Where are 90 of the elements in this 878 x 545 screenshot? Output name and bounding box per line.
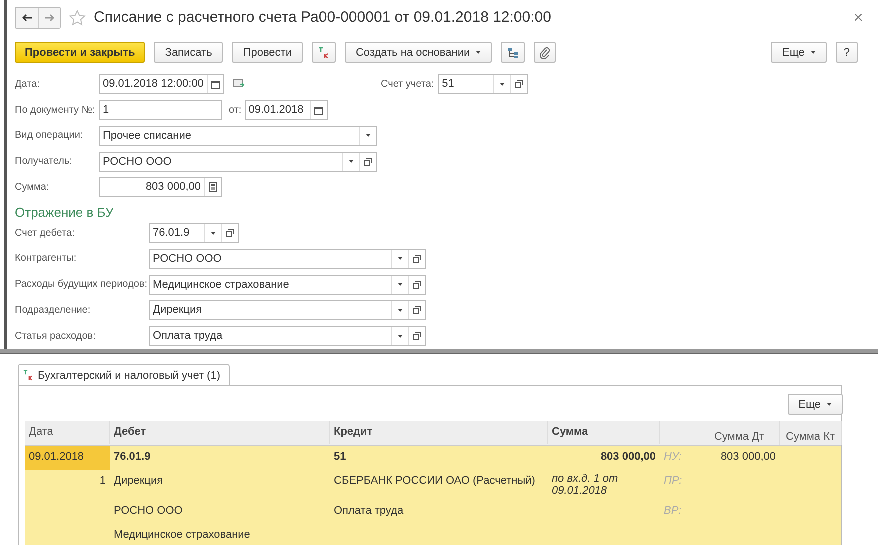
field-label: Получатель: [15, 156, 74, 168]
hierarchy-icon [507, 46, 520, 59]
field-label: Дата: [15, 78, 41, 90]
input-field[interactable]: 803 000,00 [99, 177, 222, 198]
create-based-on-button[interactable]: Создать на основании [344, 42, 492, 64]
table-cell-text: СБЕРБАНК РОССИИ ОАО (Расчетный) [333, 474, 536, 489]
open-icon [515, 80, 524, 88]
open-icon [364, 158, 372, 166]
column-header: Сумма Дт [700, 421, 780, 445]
open-icon [413, 254, 421, 263]
attach-button[interactable] [534, 42, 556, 64]
column-header: Сумма Кт [780, 421, 842, 445]
column-header: Дебет [110, 421, 330, 444]
dropdown-icon [398, 283, 402, 286]
table-cell-text: Оплата труда [333, 504, 405, 519]
postings-button[interactable] [312, 42, 336, 64]
table-cell-text: 76.01.9 [113, 450, 152, 465]
field-label: По документу №: [15, 104, 96, 116]
input-field[interactable]: РОСНО ООО [99, 152, 377, 172]
post-and-close-button[interactable]: Провести и закрыть [15, 42, 146, 64]
column-header: Дата [25, 421, 110, 444]
structure-button[interactable] [501, 42, 526, 64]
input-field[interactable]: Оплата труда [149, 326, 426, 346]
more-button[interactable]: Еще [771, 42, 827, 64]
back-arrow-icon [22, 14, 32, 22]
input-field[interactable]: 51 [438, 74, 528, 94]
window-title: Списание с расчетного счета Ра00-000001 от 09.01.2018 12:00:00 [94, 9, 552, 26]
input-field[interactable]: Прочее списание [99, 126, 377, 146]
table-cell-text: 1 [98, 474, 107, 489]
open-icon [413, 306, 421, 314]
paperclip-icon [540, 46, 550, 59]
field-label: от: [229, 104, 242, 116]
input-field[interactable]: РОСНО ООО [149, 248, 426, 269]
toolbar-button[interactable]: Записать [154, 42, 224, 64]
dropdown-icon [210, 232, 216, 235]
calendar-icon [314, 106, 324, 115]
table-cell-text: Дирекция [113, 474, 164, 489]
forward-arrow-icon [44, 14, 54, 22]
field-label: Вид операции: [15, 130, 84, 142]
input-field[interactable]: Медицинское страхование [149, 274, 426, 295]
field-label: Статья расходов: [15, 330, 97, 342]
caret-icon [810, 51, 816, 54]
table-cell-text: 803 000,00 [600, 450, 657, 465]
caret-icon [827, 403, 832, 406]
input-field[interactable]: 09.01.2018 [244, 100, 328, 120]
table-cell-text: по вх.д. 1 от 09.01.2018 [551, 472, 620, 499]
dropdown-icon [366, 134, 370, 138]
debit-credit-icon [23, 370, 34, 381]
input-field[interactable]: 76.01.9 [149, 223, 239, 244]
open-icon [413, 332, 421, 340]
table-cell-text: ВР: [663, 504, 683, 519]
star-icon[interactable] [69, 10, 86, 26]
more-button[interactable]: Еще [788, 394, 843, 415]
close-icon[interactable] [855, 14, 862, 22]
back-button[interactable] [16, 8, 38, 28]
debit-credit-icon [318, 46, 330, 59]
table-cell-text: Медицинское страхование [113, 528, 252, 543]
dropdown-icon [398, 308, 402, 312]
table-cell: 09.01.2018 [25, 446, 110, 470]
tab[interactable]: Бухгалтерский и налоговый учет (1) [18, 364, 230, 386]
open-icon [413, 280, 421, 289]
table-cell-text: 803 000,00 [720, 450, 777, 465]
input-field[interactable]: Дирекция [149, 300, 426, 320]
input-field[interactable]: 1 [99, 100, 222, 120]
field-label: Расходы будущих периодов: [15, 279, 148, 290]
document-icon[interactable] [233, 79, 245, 90]
open-icon [226, 229, 234, 238]
field-label: Подразделение: [15, 304, 92, 316]
section-heading: Отражение в БУ [15, 204, 115, 220]
help-button[interactable]: ? [836, 42, 858, 64]
column-header: Кредит [330, 421, 548, 444]
calendar-icon [210, 80, 220, 89]
table-cell-text: РОСНО ООО [113, 504, 184, 519]
toolbar-button[interactable]: Провести [232, 42, 303, 64]
dropdown-icon [500, 82, 505, 86]
calculator-icon [209, 182, 217, 192]
dropdown-icon [398, 257, 402, 260]
dropdown-icon [348, 160, 354, 164]
dropdown-icon [398, 334, 402, 338]
table-cell-text: 51 [333, 450, 348, 465]
field-label: Счет дебета: [15, 228, 76, 239]
field-label: Счет учета: [381, 78, 434, 90]
table-row[interactable]: 09.01.2018 76.01.9 51 803 000,00 НУ: 803 000,00 1 Дирекция СБЕРБАНК РОССИИ ОАО (Расчетный) по вх.д. 1 от 09.01.2018 ПР: РОСНО ООО Оплата труда ВР: Медицинское страхование [25, 446, 841, 545]
input-field[interactable]: 09.01.2018 12:00:00 [99, 74, 224, 94]
column-header: Сумма [548, 421, 660, 444]
table-cell-text: НУ: [663, 450, 683, 465]
table-cell-text: ПР: [663, 474, 684, 489]
caret-icon [476, 51, 482, 54]
field-label: Контрагенты: [15, 253, 78, 264]
field-label: Сумма: [15, 182, 50, 193]
